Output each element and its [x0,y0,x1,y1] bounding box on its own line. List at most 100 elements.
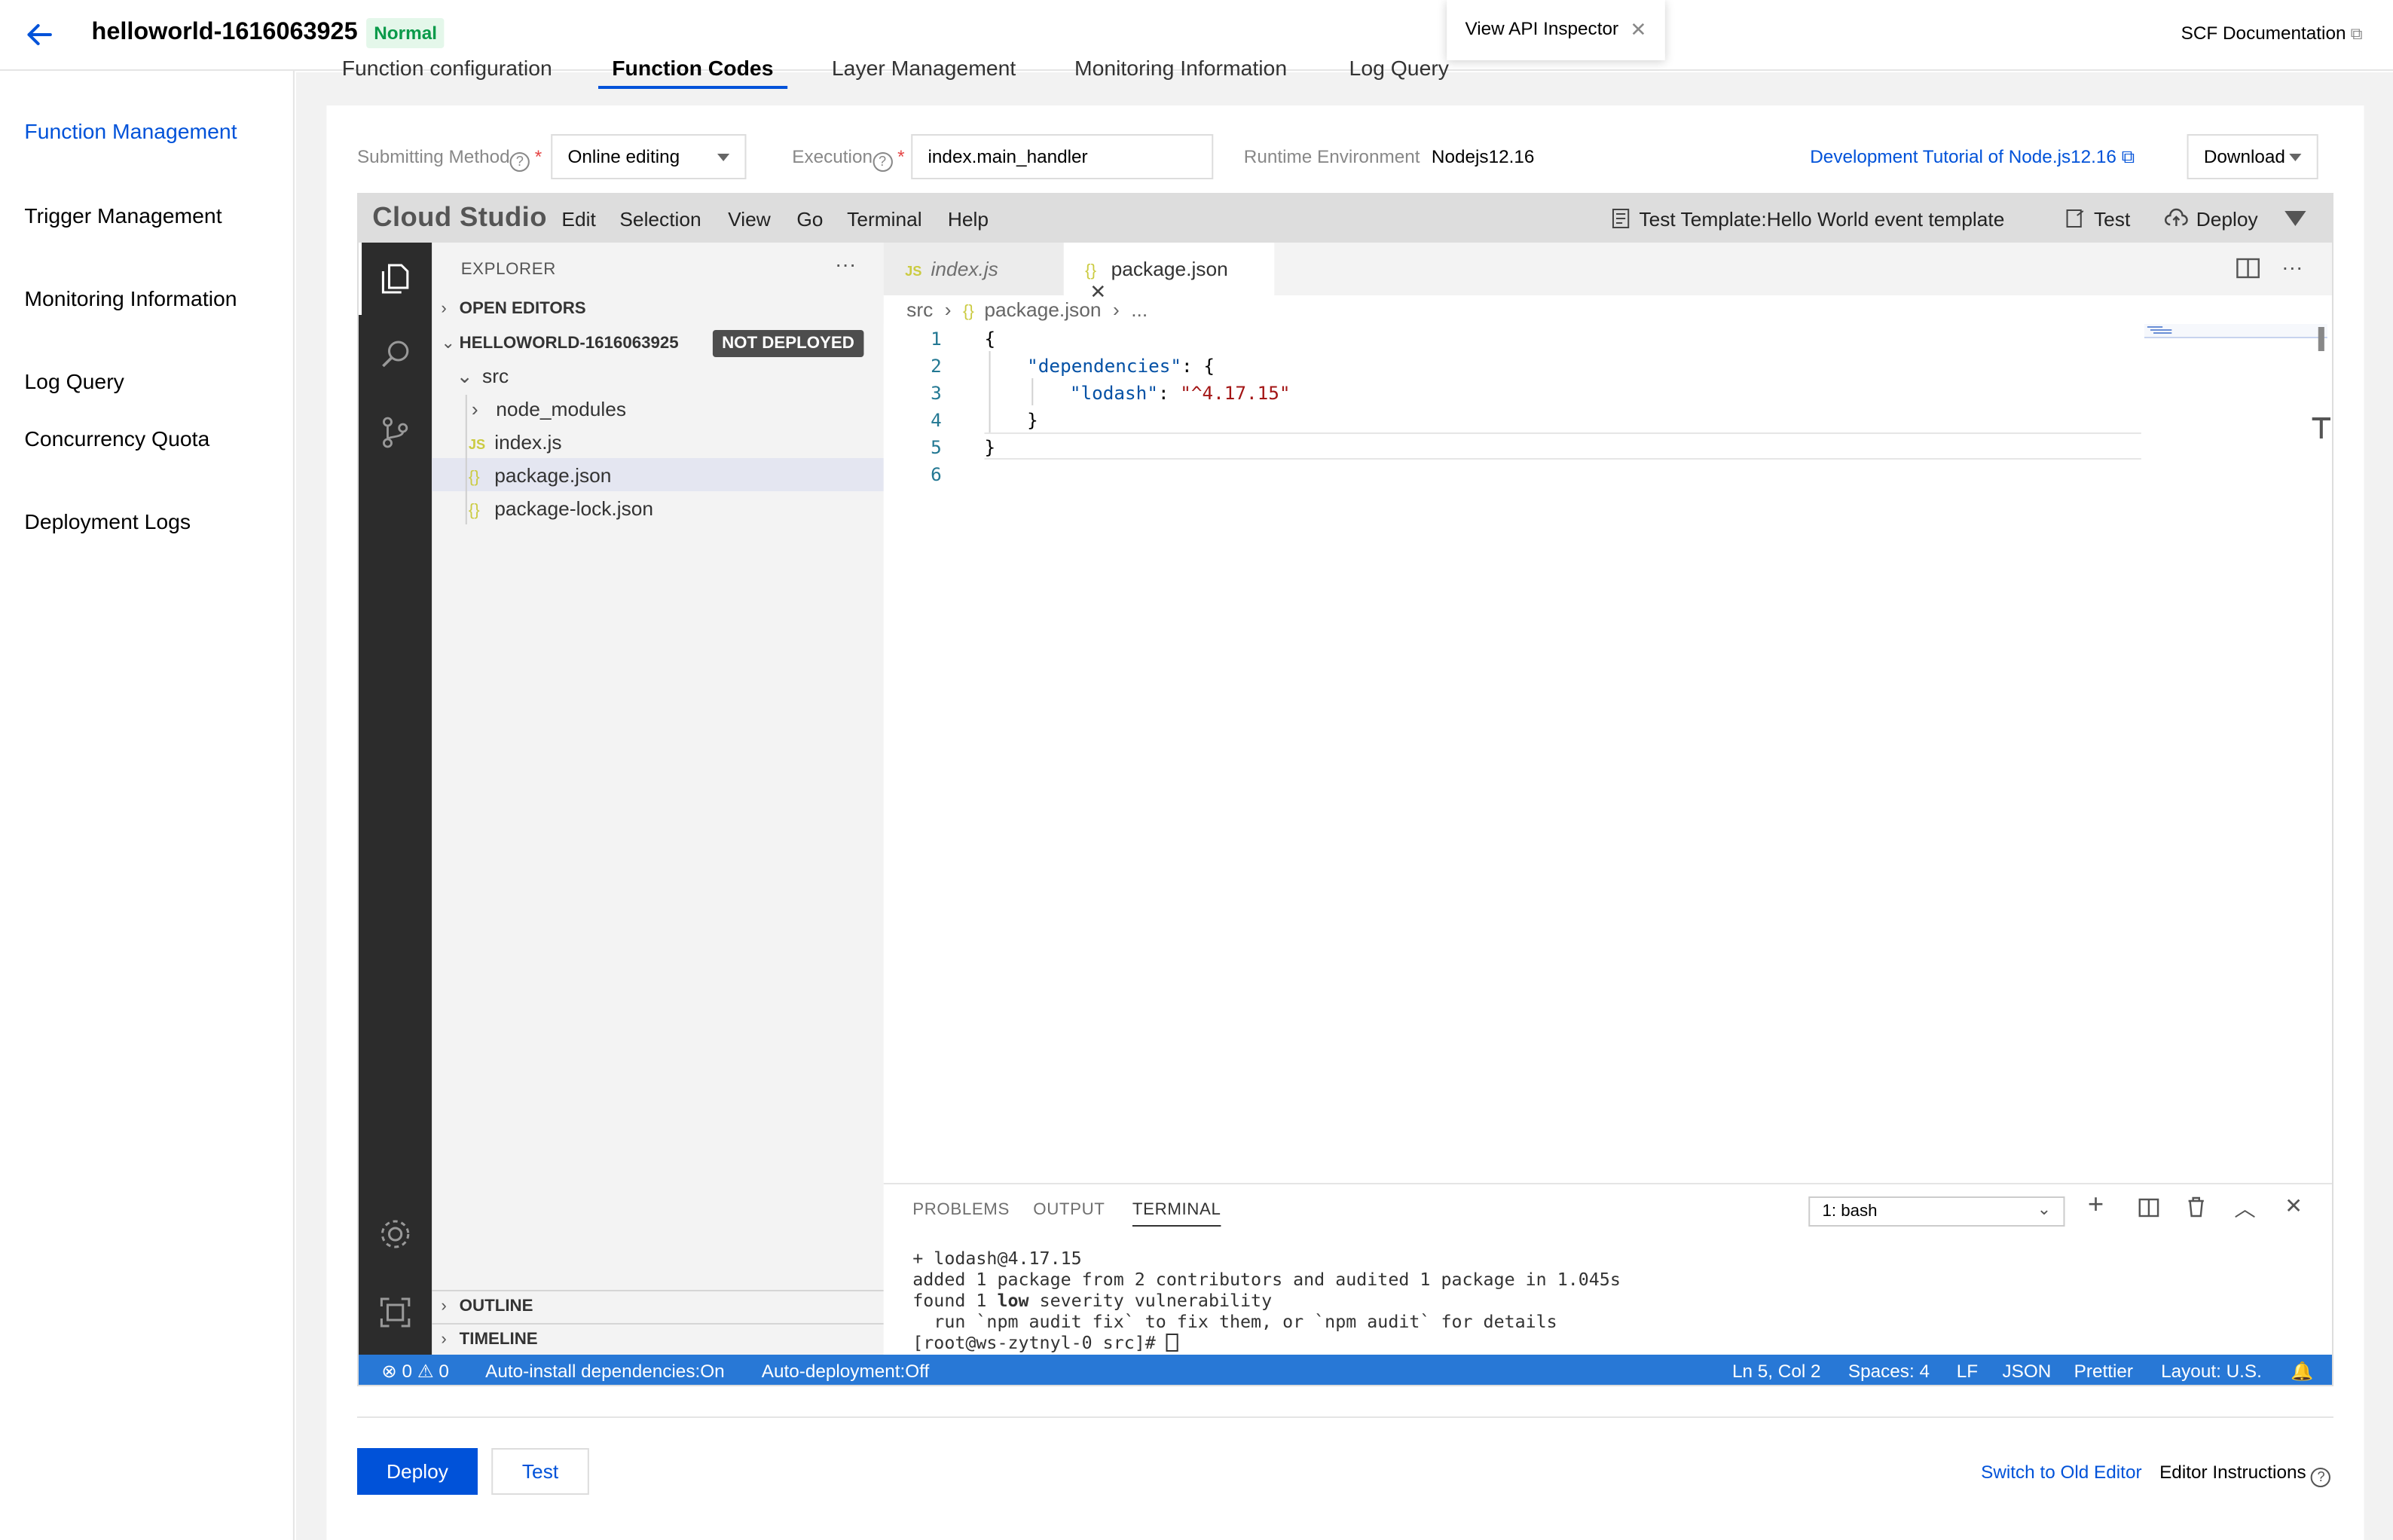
menu-help[interactable]: Help [948,208,989,231]
scf-documentation-label[interactable]: SCF Documentation [2181,23,2346,44]
source-control-icon[interactable] [377,414,414,451]
api-inspector-popup[interactable]: View API Inspector ✕ [1447,0,1665,60]
close-icon[interactable]: ✕ [2285,1193,2303,1219]
split-terminal-icon[interactable] [2138,1198,2159,1218]
deploy-button[interactable]: Deploy [356,1448,478,1495]
download-button[interactable]: Download [2187,134,2318,179]
help-icon[interactable]: ? [872,152,893,172]
breadcrumb-folder[interactable]: src [906,298,933,321]
tree-folder-src[interactable]: ⌄ src [457,365,509,389]
menu-edit[interactable]: Edit [561,208,595,231]
keyboard-layout[interactable]: Layout: U.S. [2161,1361,2262,1382]
open-editors-section[interactable]: › OPEN EDITORS [441,300,585,318]
project-section[interactable]: ⌄ HELLOWORLD-1616063925 [441,333,678,353]
more-actions-icon[interactable]: ··· [2281,255,2303,279]
nav-item-trigger-management[interactable]: Trigger Management [24,202,253,229]
tree-folder-node-modules[interactable]: › node_modules [472,398,626,420]
cursor-position[interactable]: Ln 5, Col 2 [1732,1361,1821,1382]
tab-output[interactable]: OUTPUT [1033,1201,1105,1219]
deploy-button-ide[interactable]: Deploy [2164,208,2258,231]
nav-item-function-management[interactable]: Function Management [24,118,253,145]
api-inspector-label[interactable]: View API Inspector [1465,18,1618,39]
notification-bell-icon[interactable]: 🔔 [2291,1361,2313,1382]
tab-log-query[interactable]: Log Query [1349,60,1449,80]
menu-go[interactable]: Go [796,208,823,231]
files-icon[interactable] [377,261,414,297]
back-arrow-icon[interactable] [21,18,55,51]
scrollbar-thumb[interactable] [2318,327,2324,351]
error-count: 0 [402,1361,413,1382]
tab-terminal[interactable]: TERMINAL [1132,1201,1221,1227]
document-icon [1612,209,1630,228]
tab-layer-management[interactable]: Layer Management [832,60,1016,80]
close-icon[interactable]: ✕ [1630,18,1646,42]
outline-section[interactable]: › OUTLINE [441,1297,533,1315]
auto-deploy-toggle[interactable]: Auto-deployment:Off [762,1361,929,1382]
tab-function-configuration[interactable]: Function configuration [342,60,552,80]
menu-selection[interactable]: Selection [619,208,701,231]
menu-view[interactable]: View [728,208,771,231]
test-template-button[interactable]: Test Template:Hello World event template [1610,208,2004,231]
test-button[interactable]: Test [491,1448,589,1495]
nav-item-log-query[interactable]: Log Query [24,368,253,395]
chevron-right-icon: › [441,300,447,318]
help-icon[interactable]: ? [2311,1468,2331,1487]
dev-tutorial-label[interactable]: Development Tutorial of Node.js12.16 [1810,146,2116,167]
chevron-up-icon[interactable]: ︿ [2234,1193,2255,1224]
timeline-label: TIMELINE [459,1331,538,1349]
timeline-section[interactable]: › TIMELINE [441,1331,537,1349]
dev-tutorial-link[interactable]: Development Tutorial of Node.js12.16 ⧉ [1810,146,2135,169]
help-icon[interactable]: ? [509,152,530,172]
code-brace: } [984,437,996,458]
code-editor[interactable]: 1 2 3 4 5 6 { "dependencies": { "lodash"… [883,324,2332,1183]
tree-file-index-js[interactable]: JS index.js [469,431,562,454]
shell-label: 1: bash [1822,1202,1878,1221]
code-line-2: "dependencies": { [1027,356,1215,377]
line-number: 5 [931,437,942,458]
tab-problems[interactable]: PROBLEMS [912,1201,1010,1219]
terminal-shell-select[interactable]: 1: bash ⌄ [1808,1196,2065,1227]
end-of-line[interactable]: LF [1957,1361,1978,1382]
editor-instructions-link[interactable]: Editor Instructions ? [2159,1462,2331,1487]
indentation[interactable]: Spaces: 4 [1848,1361,1930,1382]
nav-item-monitoring-information[interactable]: Monitoring Information [24,285,253,312]
scf-documentation-link[interactable]: SCF Documentation ⧉ [2181,23,2363,45]
menu-terminal[interactable]: Terminal [847,208,922,231]
status-bar: ⊗ 0 ⚠ 0 Auto-install dependencies:On Aut… [358,1355,2332,1385]
active-indicator [358,243,362,315]
gear-icon[interactable] [377,1216,414,1252]
nav-item-deployment-logs[interactable]: Deployment Logs [24,508,253,535]
terminal-line: severity vulnerability [1028,1290,1273,1311]
auto-install-toggle[interactable]: Auto-install dependencies:On [485,1361,725,1382]
execution-input[interactable]: index.main_handler [911,134,1214,179]
left-navigation: Function Management Trigger Management M… [0,71,295,1540]
terminal-output[interactable]: + lodash@4.17.15 added 1 package from 2 … [912,1248,1621,1353]
trash-icon[interactable] [2187,1196,2205,1218]
tree-file-package-json[interactable]: {} package.json [469,464,612,487]
problems-indicator[interactable]: ⊗ 0 ⚠ 0 [381,1361,449,1382]
split-editor-icon[interactable] [2236,258,2260,279]
plus-icon[interactable]: + [2088,1189,2104,1221]
breadcrumb-more[interactable]: ... [1131,298,1148,321]
editor-tab-index-js[interactable]: JS index.js [883,243,1064,295]
runtime-environment-label: Runtime Environment [1243,146,1420,167]
language-mode[interactable]: JSON [2002,1361,2051,1382]
editor-instructions-label[interactable]: Editor Instructions [2159,1462,2306,1483]
more-actions-icon[interactable]: ··· [835,252,856,276]
warning-count: 0 [439,1361,449,1382]
test-button[interactable]: Test [2065,208,2130,231]
tab-monitoring-information[interactable]: Monitoring Information [1074,60,1287,80]
submitting-method-select[interactable]: Online editing [551,134,747,179]
tree-file-package-lock-json[interactable]: {} package-lock.json [469,497,653,520]
dropdown-triangle-icon[interactable] [2285,211,2306,226]
breadcrumb-file[interactable]: package.json [984,298,1101,321]
nav-item-concurrency-quota[interactable]: Concurrency Quota [24,425,253,452]
switch-old-editor-link[interactable]: Switch to Old Editor [1981,1462,2141,1483]
remote-explorer-icon[interactable] [377,1294,414,1331]
editor-tab-package-json[interactable]: {} package.json ✕ [1063,243,1275,303]
open-editors-label: OPEN EDITORS [459,300,586,318]
minimap[interactable] [2144,324,2327,354]
formatter[interactable]: Prettier [2074,1361,2133,1382]
search-icon[interactable] [377,336,414,372]
tab-function-codes[interactable]: Function Codes [612,60,773,80]
